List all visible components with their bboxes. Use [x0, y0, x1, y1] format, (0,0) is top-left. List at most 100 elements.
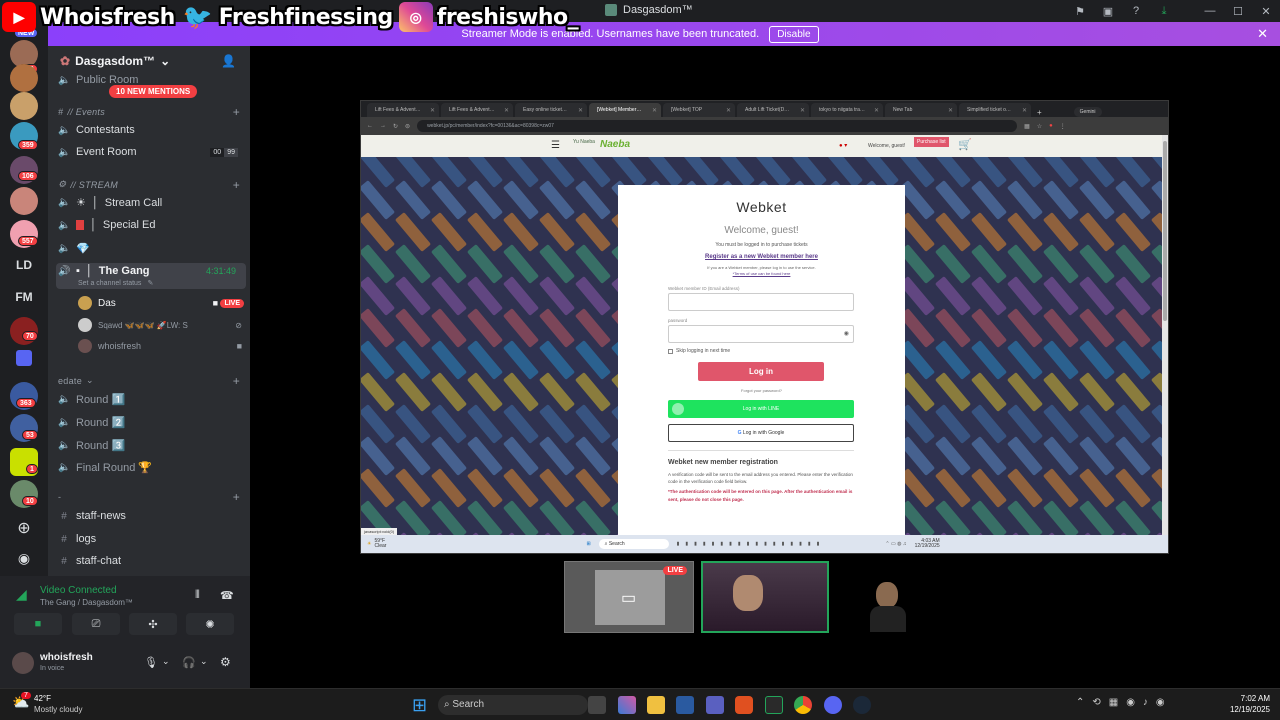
voice-user-sqawd[interactable]: Sqawd 🦋🦋🦋 🚀LW: S ⊘ — [78, 318, 246, 332]
minimize-button[interactable]: — — [1196, 0, 1224, 22]
browser-tab[interactable]: Lift Fees & Advent… ✕ — [441, 103, 513, 117]
inner-search-box[interactable]: ⌕ Search — [598, 539, 669, 549]
reload-icon[interactable]: ↻ — [393, 123, 398, 130]
disable-button[interactable]: Disable — [769, 25, 819, 43]
category-events[interactable]: #// Events + — [58, 105, 244, 119]
voice-channel-path[interactable]: The Gang / Dasgasdom™ — [40, 598, 133, 607]
inner-taskbar-apps[interactable]: ▮▮▮▮▮▮▮▮▮▮▮▮▮▮▮▮▮ — [677, 541, 826, 547]
activities-button[interactable]: ✣ — [129, 613, 177, 635]
scrollbar[interactable] — [1162, 135, 1168, 535]
chevron-down-icon[interactable]: ⌄ — [162, 656, 170, 667]
site-logo-small[interactable]: Yu Naeba — [573, 139, 595, 145]
browser-tab[interactable]: tokyo to niigata tra… ✕ — [811, 103, 883, 117]
add-channel-icon[interactable]: + — [233, 374, 240, 388]
scrollbar-thumb[interactable] — [1163, 141, 1167, 321]
new-mentions-pill[interactable]: 10 NEW MENTIONS — [109, 85, 198, 98]
stream-thumbnail-user[interactable] — [866, 572, 910, 634]
eye-icon[interactable]: ◉ — [844, 330, 849, 337]
register-link[interactable]: Register as a new Webket member here — [618, 254, 905, 260]
maximize-button[interactable]: ☐ — [1224, 0, 1252, 22]
browser-tab[interactable]: [Webket] TOP ✕ — [663, 103, 735, 117]
language-icon[interactable]: ● ▾ — [839, 142, 847, 149]
forward-icon[interactable]: → — [380, 123, 386, 129]
category-edate[interactable]: edate ⌄ + — [58, 374, 244, 388]
channel-staff-chat[interactable]: # staff-chat — [58, 555, 244, 567]
taskbar-search[interactable]: ⌕ Search — [438, 695, 588, 715]
channel-round-3[interactable]: 🔈 Round 3️⃣ — [58, 439, 244, 452]
gemini-button[interactable]: Gemini — [1073, 107, 1102, 117]
screen-share-button[interactable]: ⎚ — [72, 613, 120, 635]
category-misc[interactable]: - + — [58, 490, 244, 504]
settings-icon[interactable]: ⚙ — [220, 655, 231, 669]
store-icon[interactable] — [676, 696, 694, 714]
server-ld[interactable]: LD — [0, 258, 48, 272]
help-icon[interactable]: ? — [1122, 0, 1150, 22]
browser-tab[interactable]: Adult Lift Ticket(D… ✕ — [737, 103, 809, 117]
forgot-password-link[interactable]: Forgot your password? — [618, 388, 905, 393]
stream-thumbnail-screen[interactable]: ▭ LIVE — [564, 561, 694, 633]
password-input[interactable]: ◉ — [668, 325, 854, 343]
add-channel-icon[interactable]: + — [233, 178, 240, 192]
channel-logs[interactable]: # logs — [58, 533, 244, 545]
channel-status[interactable]: Set a channel status ✎ — [78, 279, 250, 288]
extension-icon[interactable]: ● — [1049, 123, 1053, 129]
menu-icon[interactable]: ⋮ — [1060, 123, 1066, 130]
system-tray[interactable]: ⌃⟲▦◉♪◉ — [1076, 697, 1173, 708]
line-login-button[interactable]: Log in with LINE — [668, 400, 854, 418]
camera-button[interactable]: ■ — [14, 613, 62, 635]
extension-icon[interactable]: ▦ — [1024, 123, 1030, 130]
add-member-icon[interactable]: 👤 — [221, 54, 236, 68]
channel-the-gang[interactable]: 🔊 ▪ │ The Gang 4:31:49 — [58, 265, 244, 277]
channel-event-room[interactable]: 🔈 Event Room 00 99 — [58, 146, 244, 158]
chevron-down-icon[interactable]: ⌄ — [200, 656, 208, 667]
category-stream[interactable]: ⚙// STREAM + — [58, 178, 244, 192]
copilot-icon[interactable] — [618, 696, 636, 714]
folder-icon[interactable] — [16, 350, 32, 366]
server-fm[interactable]: FM — [0, 290, 48, 304]
member-id-input[interactable] — [668, 293, 854, 311]
stream-browser-window[interactable]: Lift Fees & Advent… ✕ Lift Fees & Advent…… — [360, 100, 1169, 554]
url-field[interactable]: webket.jp/pc/member/index?fc=00136&ac=80… — [417, 120, 1018, 132]
discord-icon[interactable] — [824, 696, 842, 714]
avatar[interactable] — [12, 652, 34, 674]
windows-icon[interactable]: ⊞ — [586, 541, 590, 547]
microphone-icon[interactable]: 🎙 — [144, 656, 158, 669]
teams-icon[interactable] — [706, 696, 724, 714]
login-button[interactable]: Log in — [698, 362, 824, 381]
server-icon[interactable] — [10, 64, 38, 92]
channel-diamond[interactable]: 🔈 💎 — [58, 242, 244, 255]
close-banner-icon[interactable]: ✕ — [1257, 26, 1268, 42]
checkbox[interactable] — [668, 348, 673, 354]
site-info-icon[interactable]: ⊜ — [405, 123, 410, 130]
noise-icon[interactable]: ⦀ — [195, 589, 200, 602]
channel-staff-news[interactable]: # staff-news — [58, 510, 244, 522]
chrome-icon[interactable] — [794, 696, 812, 714]
server-icon[interactable] — [10, 187, 38, 215]
cart-icon[interactable]: 🛒 — [958, 138, 972, 151]
soundboard-button[interactable]: ✺ — [186, 613, 234, 635]
new-tab-icon[interactable]: + — [1037, 108, 1042, 117]
add-channel-icon[interactable]: + — [233, 105, 240, 119]
browser-tab[interactable]: Lift Fees & Advent… ✕ — [367, 103, 439, 117]
back-icon[interactable]: ← — [367, 123, 373, 129]
stream-thumbnail-camera[interactable] — [701, 561, 829, 633]
channel-round-1[interactable]: 🔈 Round 1️⃣ — [58, 393, 244, 406]
disconnect-icon[interactable]: ☎ — [220, 589, 234, 602]
brave-icon[interactable] — [735, 696, 753, 714]
google-login-button[interactable]: G Log in with Google — [668, 424, 854, 442]
monitor-icon[interactable]: ▣ — [1094, 0, 1122, 22]
steam-icon[interactable] — [853, 696, 871, 714]
site-logo[interactable]: Naeba — [600, 139, 630, 150]
channel-special-ed[interactable]: 🔈 │ Special Ed — [58, 219, 244, 231]
server-header[interactable]: ✿ Dasgasdom™ ⌄ — [60, 54, 170, 68]
voice-user-das[interactable]: Das ■ LIVE — [78, 296, 246, 310]
add-server-icon[interactable]: ⊕ — [0, 518, 48, 538]
discover-icon[interactable]: ◉ — [0, 550, 48, 567]
server-icon[interactable] — [10, 92, 38, 120]
add-channel-icon[interactable]: + — [233, 490, 240, 504]
file-explorer-icon[interactable] — [647, 696, 665, 714]
tray-icons[interactable]: ⌃ ▭ ◍ ♫ — [885, 541, 906, 547]
task-view-icon[interactable] — [588, 696, 606, 714]
skip-login-checkbox[interactable]: Skip logging in next time — [668, 348, 905, 354]
close-window-button[interactable]: ✕ — [1252, 0, 1280, 22]
